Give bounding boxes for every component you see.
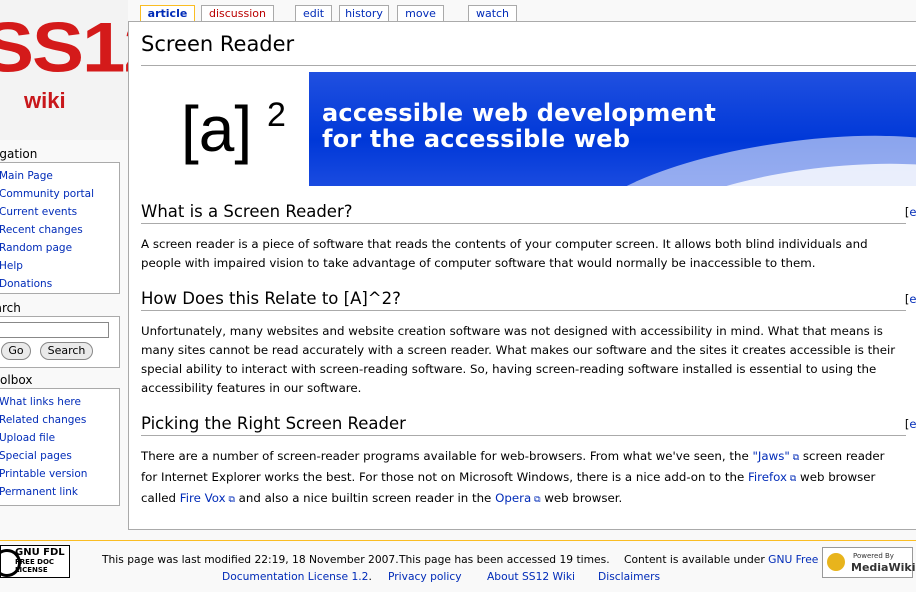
- copyright-prefix: Content is available under: [624, 553, 769, 566]
- section-divider: [141, 435, 906, 436]
- nav-item-donations[interactable]: Donations: [0, 275, 119, 293]
- license-link-part-1[interactable]: GNU Free: [768, 553, 818, 566]
- toolbox-title: toolbox: [0, 373, 33, 387]
- site-logo[interactable]: SS12 wiki: [0, 0, 128, 140]
- nav-item-current-events[interactable]: Current events: [0, 203, 119, 221]
- section-divider: [141, 223, 906, 224]
- disclaimers-link[interactable]: Disclaimers: [598, 570, 660, 583]
- tab-move[interactable]: move: [397, 5, 444, 21]
- section-heading-picking: Picking the Right Screen Reader: [141, 414, 406, 433]
- external-link-icon: ⧉: [789, 453, 800, 463]
- section-edit-link[interactable]: [edit]: [905, 205, 916, 219]
- banner-line-1: accessible web development: [322, 99, 717, 127]
- toolbox-portlet: What links here Related changes Upload f…: [0, 388, 120, 506]
- tab-watch-label: watch: [475, 7, 510, 20]
- edit-link-text: edit: [909, 417, 916, 431]
- edit-link-text: edit: [909, 292, 916, 306]
- page-title: Screen Reader: [141, 32, 295, 56]
- section-paragraph: Unfortunately, many websites and website…: [141, 324, 896, 395]
- tab-history[interactable]: history: [339, 5, 389, 21]
- section-paragraph: There are a number of screen-reader prog…: [141, 447, 901, 510]
- edit-link-text: edit: [909, 205, 916, 219]
- text-run: There are a number of screen-reader prog…: [141, 449, 753, 463]
- nav-item-recent-changes[interactable]: Recent changes: [0, 221, 119, 239]
- tab-edit-label: edit: [302, 7, 325, 20]
- tab-watch[interactable]: watch: [468, 5, 517, 21]
- logo-sub-text: wiki: [24, 88, 66, 113]
- toolbox-item-special-pages[interactable]: Special pages: [0, 447, 119, 465]
- gfdl-line-2: FREE DOC LICENSE: [15, 558, 55, 574]
- banner-logo-box: [a] 2: [141, 72, 309, 186]
- section-edit-link[interactable]: [edit]: [905, 292, 916, 306]
- section-heading-how-relate: How Does this Relate to [A]^2?: [141, 289, 401, 308]
- mediawiki-label: MediaWiki: [851, 561, 916, 574]
- gfdl-line-1: GNU FDL: [15, 547, 65, 558]
- section-edit-link[interactable]: [edit]: [905, 417, 916, 431]
- nav-item-help[interactable]: Help: [0, 257, 119, 275]
- navigation-list: Main Page Community portal Current event…: [0, 163, 119, 297]
- tab-discussion[interactable]: discussion: [201, 5, 274, 21]
- tab-discussion-label: discussion: [208, 7, 266, 20]
- nav-item-community-portal[interactable]: Community portal: [0, 185, 119, 203]
- powered-by-label: Powered By: [853, 552, 894, 560]
- nav-item-main-page[interactable]: Main Page: [0, 167, 119, 185]
- tab-move-label: move: [405, 7, 436, 20]
- section-divider: [141, 310, 906, 311]
- about-link[interactable]: About SS12 Wiki: [487, 570, 575, 583]
- tab-edit[interactable]: edit: [295, 5, 332, 21]
- content-area: Screen Reader [a] 2 accessible web devel…: [128, 21, 916, 530]
- toolbox-item-permanent-link[interactable]: Permanent link: [0, 483, 119, 501]
- navigation-portlet: Main Page Community portal Current event…: [0, 162, 120, 294]
- toolbox-list: What links here Related changes Upload f…: [0, 389, 119, 505]
- opera-link[interactable]: Opera: [495, 491, 531, 505]
- banner-logo-sup: 2: [267, 96, 286, 134]
- tab-article-label: article: [147, 7, 188, 20]
- privacy-policy-link[interactable]: Privacy policy: [388, 570, 462, 583]
- nav-item-random-page[interactable]: Random page: [0, 239, 119, 257]
- section-heading-what-is: What is a Screen Reader?: [141, 202, 353, 221]
- external-link-icon: ⧉: [531, 495, 541, 505]
- go-button[interactable]: Go: [1, 342, 31, 360]
- powered-by-mediawiki-badge[interactable]: Powered By MediaWiki: [822, 547, 916, 578]
- copyright-text: Content is available under GNU Free: [624, 553, 818, 566]
- toolbox-item-upload-file[interactable]: Upload file: [0, 429, 119, 447]
- firefox-link[interactable]: Firefox: [748, 470, 787, 484]
- navigation-title: navigation: [0, 147, 38, 161]
- view-count-text: This page has been accessed 19 times.: [399, 553, 610, 566]
- footer: GNU FDL FREE DOC LICENSE This page was l…: [0, 540, 916, 592]
- text-run: and also a nice builtin screen reader in…: [234, 491, 496, 505]
- toolbox-item-related-changes[interactable]: Related changes: [0, 411, 119, 429]
- logo-main-text: SS12: [0, 7, 128, 87]
- tab-article[interactable]: article: [140, 5, 195, 21]
- external-link-icon: ⧉: [787, 474, 797, 484]
- license-link-part-2[interactable]: Documentation License 1.2: [222, 570, 368, 583]
- license-link-line-2: Documentation License 1.2.: [222, 570, 372, 583]
- gfdl-badge[interactable]: GNU FDL FREE DOC LICENSE: [0, 545, 70, 578]
- toolbox-item-printable-version[interactable]: Printable version: [0, 465, 119, 483]
- banner-line-2: for the accessible web: [322, 125, 631, 153]
- text-run: web browser.: [540, 491, 623, 505]
- mediawiki-sunflower-icon: [827, 553, 845, 571]
- search-title: search: [0, 301, 21, 315]
- toolbox-item-what-links-here[interactable]: What links here: [0, 393, 119, 411]
- banner-logo-text: [a]: [181, 93, 253, 165]
- a2-banner-image: [a] 2 accessible web development for the…: [141, 72, 916, 186]
- tab-history-label: history: [345, 7, 383, 20]
- search-input[interactable]: [0, 322, 109, 338]
- firevox-link[interactable]: Fire Vox: [180, 491, 226, 505]
- jaws-link[interactable]: "Jaws": [752, 449, 789, 463]
- last-modified-text: This page was last modified 22:19, 18 No…: [102, 553, 399, 566]
- search-button[interactable]: Search: [40, 342, 93, 360]
- section-paragraph: A screen reader is a piece of software t…: [141, 237, 868, 270]
- title-divider: [141, 65, 916, 66]
- external-link-icon: ⧉: [225, 495, 235, 505]
